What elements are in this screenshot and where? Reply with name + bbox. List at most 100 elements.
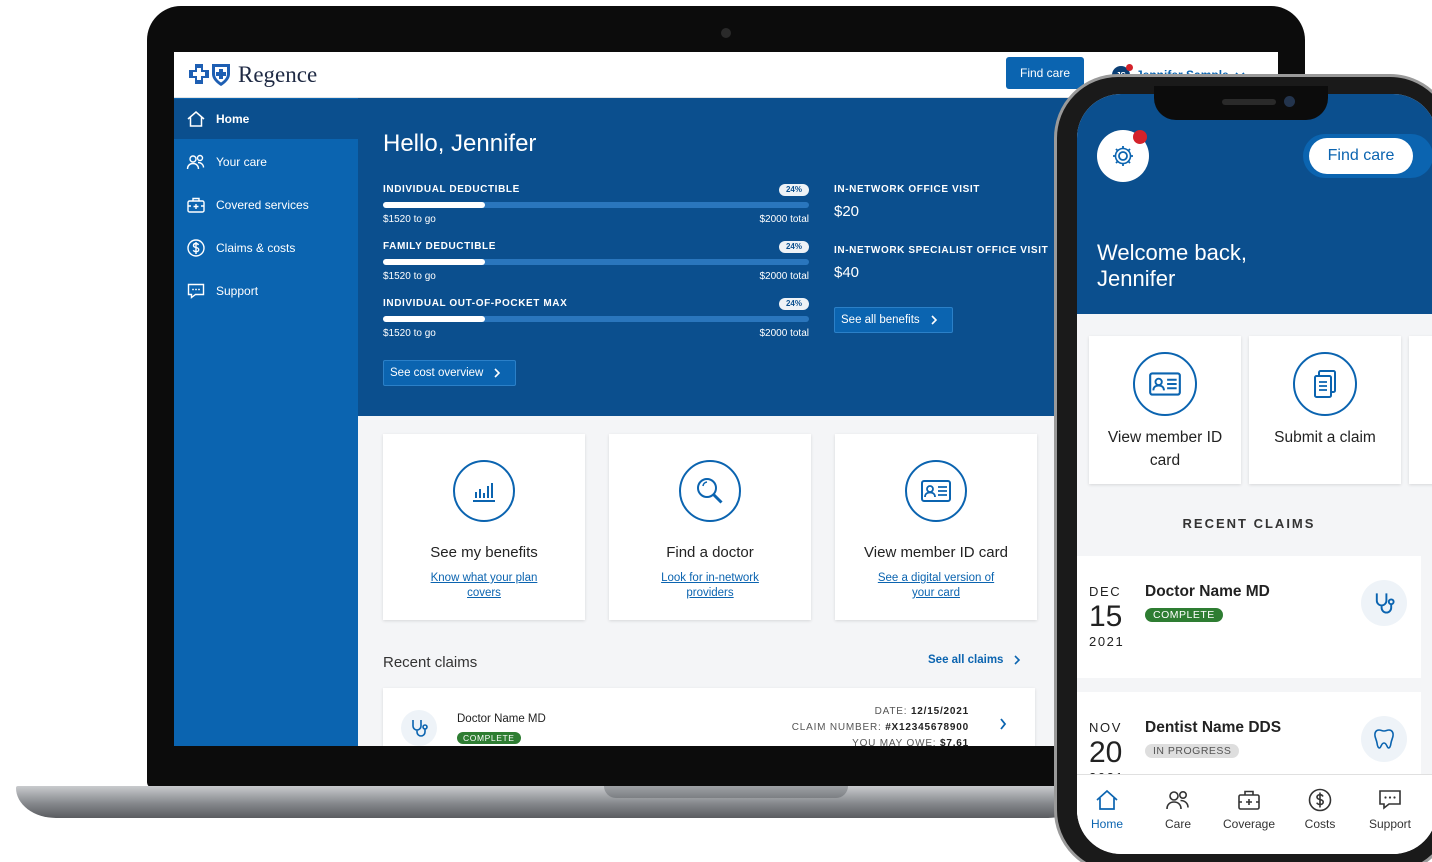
claim-icon-circle <box>401 710 437 746</box>
progress-track <box>383 202 809 208</box>
button-label: See all benefits <box>841 314 920 326</box>
sidebar-item-label: Support <box>216 284 259 298</box>
chat-icon <box>1379 790 1401 810</box>
sidebar-item-home[interactable]: Home <box>174 99 358 139</box>
sidebar-item-label: Home <box>216 112 250 126</box>
nav-item-coverage[interactable]: Coverage <box>1214 787 1284 831</box>
sidebar-item-label: Claims & costs <box>216 241 296 255</box>
chevron-right-icon[interactable] <box>999 718 1007 730</box>
sidebar-item-covered-services[interactable]: Covered services <box>174 185 358 225</box>
marketing-stage: Regence Find care JS Jennifer Sample Hom… <box>0 0 1432 862</box>
meter-label: FAMILY DEDUCTIBLE <box>383 241 496 252</box>
sidebar-item-your-care[interactable]: Your care <box>174 142 358 182</box>
card-title: View member ID card <box>864 544 1008 561</box>
phone-camera <box>1284 96 1295 107</box>
tile-icon-ring <box>1293 352 1357 416</box>
claim-day: 15 <box>1089 600 1123 633</box>
cost-value: $20 <box>834 203 860 220</box>
meter-to-go: $1520 to go <box>383 328 436 339</box>
card-view-member-id[interactable]: View member ID card See a digital versio… <box>835 434 1037 620</box>
meter-label: INDIVIDUAL DEDUCTIBLE <box>383 184 520 195</box>
sidebar-item-label: Covered services <box>216 198 309 212</box>
card-link[interactable]: Look for in-network providers <box>645 571 775 601</box>
nav-item-home[interactable]: Home <box>1077 787 1142 831</box>
document-icon <box>1314 370 1336 398</box>
chevron-right-icon <box>931 315 937 325</box>
laptop-base <box>16 786 1088 818</box>
chevron-right-icon <box>494 368 501 378</box>
table-row[interactable]: Doctor Name MD COMPLETE DATE: 12/15/2021… <box>383 688 1035 746</box>
nav-item-costs[interactable]: Costs <box>1285 787 1355 831</box>
card-title: Find a doctor <box>666 544 754 561</box>
tooth-icon <box>1374 729 1394 749</box>
see-all-benefits-button[interactable]: See all benefits <box>834 307 953 333</box>
claim-provider: Doctor Name MD <box>1145 583 1270 600</box>
meter-label: INDIVIDUAL OUT-OF-POCKET MAX <box>383 298 568 309</box>
link-label: See all claims <box>928 654 1004 666</box>
sidebar-item-support[interactable]: Support <box>174 271 358 311</box>
medkit-icon <box>187 197 205 213</box>
meter-individual-deductible: INDIVIDUAL DEDUCTIBLE 24% $1520 to go $2… <box>383 184 809 234</box>
claim-provider: Doctor Name MD <box>457 713 546 725</box>
recent-claims-heading: RECENT CLAIMS <box>1182 516 1316 531</box>
see-all-claims-link[interactable]: See all claims <box>928 654 1021 666</box>
card-see-my-benefits[interactable]: See my benefits Know what your plan cove… <box>383 434 585 620</box>
cost-label: IN-NETWORK OFFICE VISIT <box>834 184 981 195</box>
nav-item-support[interactable]: Support <box>1355 787 1425 831</box>
stethoscope-icon <box>1375 593 1395 614</box>
claim-details: DATE: 12/15/2021 CLAIM NUMBER: #X1234567… <box>792 704 969 746</box>
cost-office-visit: IN-NETWORK OFFICE VISIT $20 <box>834 184 980 220</box>
sidebar-item-claims-costs[interactable]: Claims & costs <box>174 228 358 268</box>
regence-logo[interactable]: Regence <box>188 62 317 88</box>
sidebar: Home Your care Covered services Claims &… <box>174 98 358 746</box>
blue-cross-shield-icon <box>189 64 230 86</box>
nav-label: Coverage <box>1222 817 1276 831</box>
phone-header: Find care Welcome back, Jennifer <box>1077 94 1432 314</box>
progress-track <box>383 259 809 265</box>
magnifier-icon <box>697 478 723 504</box>
recent-claims-heading: Recent claims <box>383 654 478 671</box>
card-title: See my benefits <box>430 544 538 561</box>
see-cost-overview-button[interactable]: See cost overview <box>383 360 517 386</box>
tile-partial[interactable] <box>1409 336 1432 484</box>
percent-badge: 24% <box>779 241 809 253</box>
cost-value: $40 <box>834 264 860 281</box>
meter-family-deductible: FAMILY DEDUCTIBLE 24% $1520 to go $2000 … <box>383 241 809 291</box>
card-icon-ring <box>905 460 967 522</box>
laptop-base-notch <box>604 786 848 798</box>
tile-icon-ring <box>1133 352 1197 416</box>
sidebar-item-label: Your care <box>216 155 267 169</box>
page-title: Hello, Jennifer <box>383 130 537 157</box>
nav-item-care[interactable]: Care <box>1143 787 1213 831</box>
notification-dot <box>1126 64 1133 71</box>
bar-chart-icon <box>473 483 495 502</box>
meter-to-go: $1520 to go <box>383 214 436 225</box>
meter-out-of-pocket-max: INDIVIDUAL OUT-OF-POCKET MAX 24% $1520 t… <box>383 298 809 348</box>
status-badge: COMPLETE <box>457 732 521 744</box>
bottom-nav: Home Care Coverage Costs Support <box>1077 774 1432 854</box>
phone-speaker <box>1222 99 1276 105</box>
claim-owe: $7.61 <box>939 738 969 746</box>
percent-badge: 24% <box>779 184 809 196</box>
claim-year: 2021 <box>1089 634 1125 649</box>
medkit-icon <box>1238 790 1260 810</box>
card-link[interactable]: Know what your plan covers <box>419 571 549 601</box>
card-link[interactable]: See a digital version of your card <box>871 571 1001 601</box>
claim-month: NOV <box>1089 720 1122 735</box>
tile-submit-claim[interactable]: Submit a claim <box>1249 336 1401 484</box>
card-find-a-doctor[interactable]: Find a doctor Look for in-network provid… <box>609 434 811 620</box>
phone-find-care-button[interactable]: Find care <box>1309 138 1413 174</box>
claim-provider: Dentist Name DDS <box>1145 719 1282 736</box>
progress-track <box>383 316 809 322</box>
find-care-button[interactable]: Find care <box>1006 57 1084 89</box>
claim-number-label: CLAIM NUMBER: <box>791 722 882 733</box>
card-icon-ring <box>453 460 515 522</box>
nav-label: Costs <box>1304 817 1336 831</box>
meter-total: $2000 total <box>759 328 810 339</box>
welcome-heading: Welcome back, Jennifer <box>1097 240 1247 291</box>
progress-fill <box>383 259 486 265</box>
tile-view-member-id[interactable]: View member ID card <box>1089 336 1241 484</box>
list-item[interactable]: DEC 15 2021 Doctor Name MD COMPLETE <box>1077 556 1421 678</box>
percent-badge: 24% <box>779 298 809 310</box>
claim-date-label: DATE: <box>874 706 908 717</box>
